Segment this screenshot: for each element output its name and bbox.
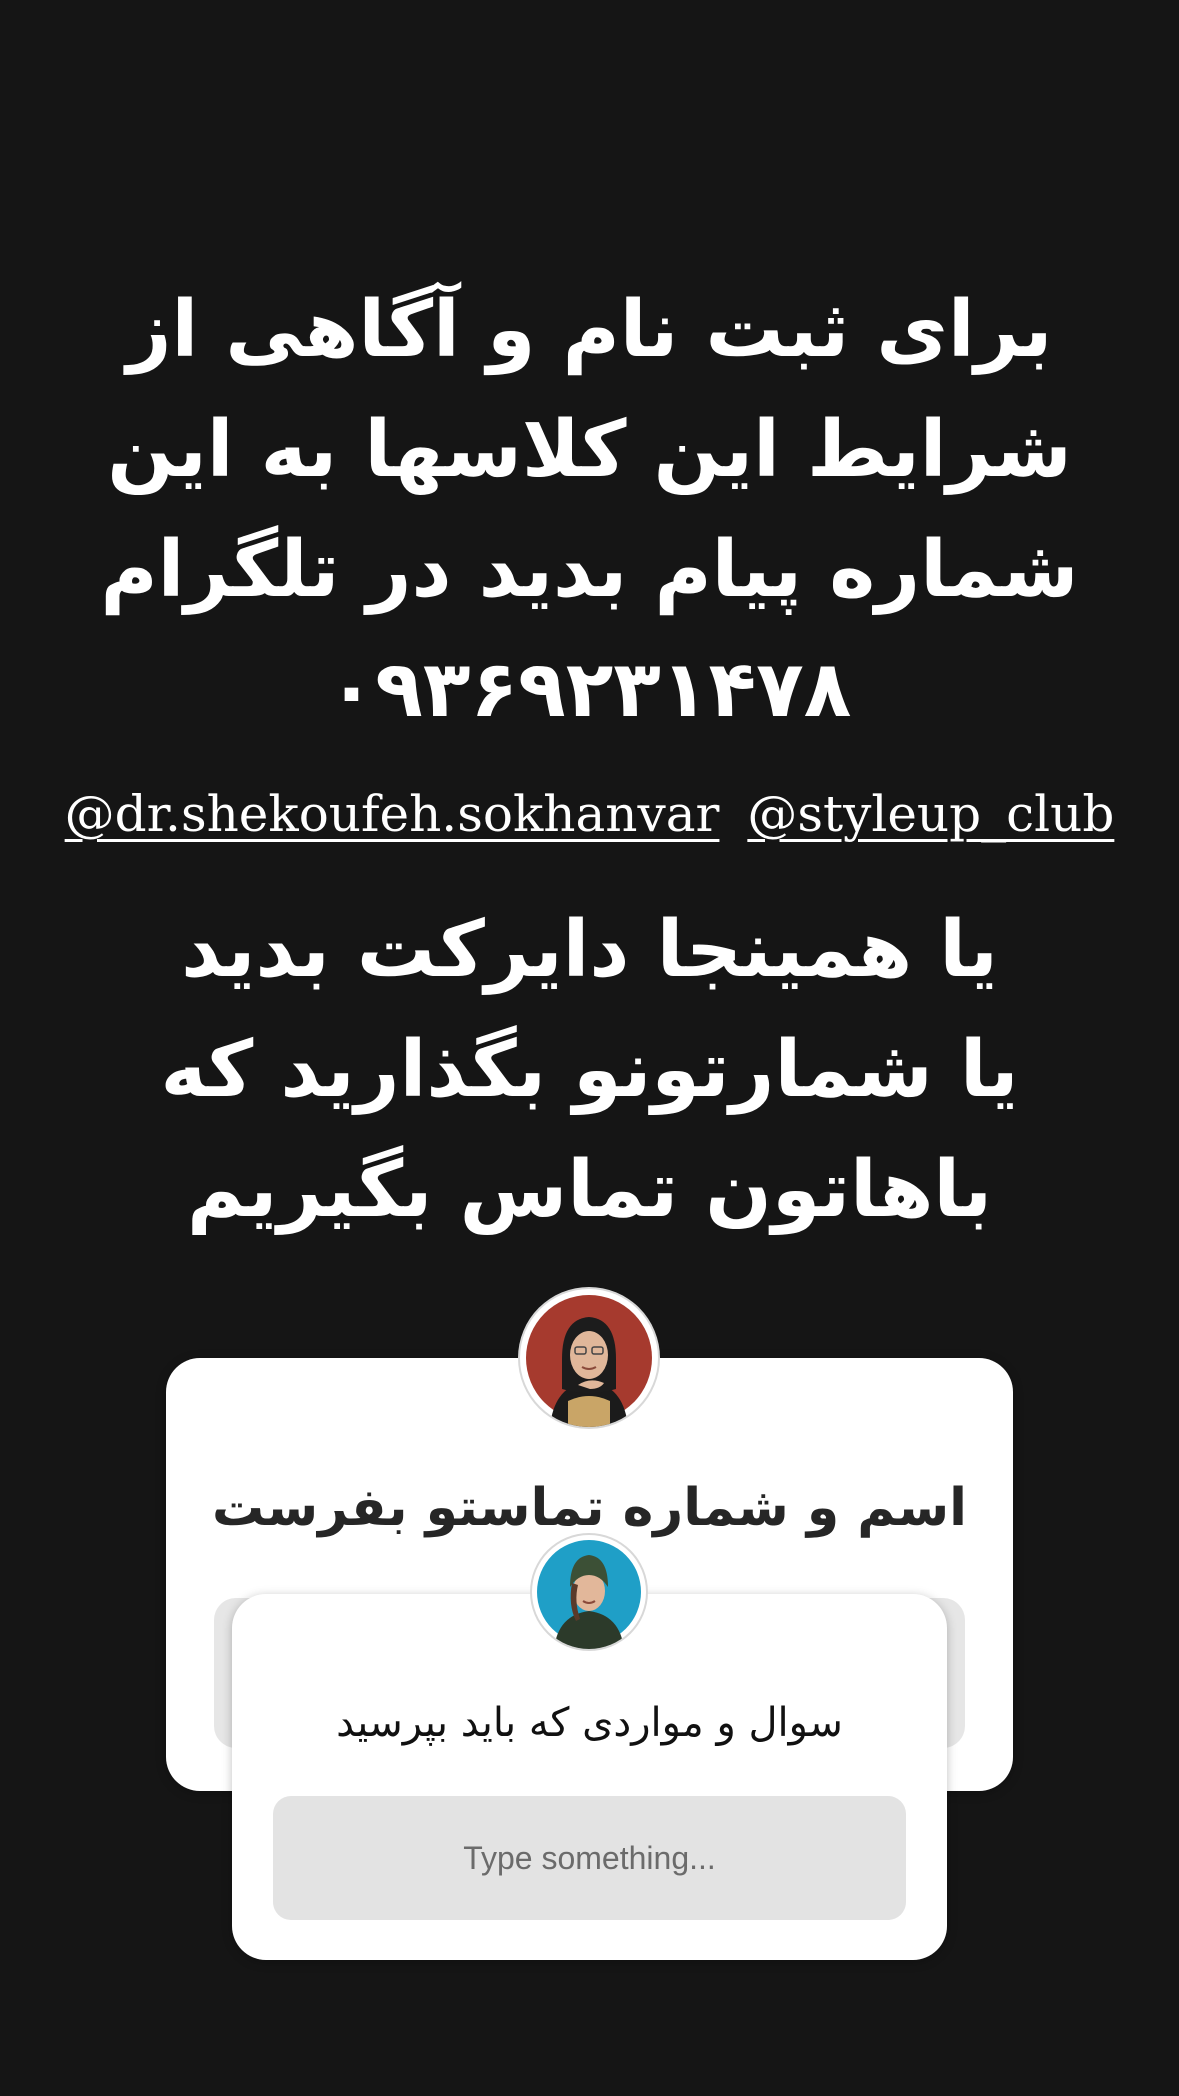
type-something-input[interactable] [273,1838,906,1878]
phone-number: ۰۹۳۶۹۲۳۱۴۷۸ [327,645,852,735]
headline-line: باهاتون تماس بگیریم [187,1145,992,1235]
headline-line: شرایط این کلاسها به این [107,405,1072,495]
woman-portrait-icon [537,1540,641,1649]
headline-direct-message: یا همینجا دایرکت بدید یا شمارتونو بگذاری… [40,890,1139,1250]
mentions-row: @dr.shekoufeh.sokhanvar @styleup_club [0,782,1179,846]
profile-avatar [532,1535,646,1649]
headline-registration-info: برای ثبت نام و آگاهی از شرایط این کلاسها… [40,270,1139,750]
sticker-answer-input[interactable] [273,1796,906,1920]
woman-portrait-icon [526,1295,652,1427]
profile-avatar [520,1289,658,1427]
mention-styleup-club[interactable]: @styleup_club [747,785,1114,843]
sticker-question-text: سوال و مواردی که باید بپرسید [336,1700,843,1746]
headline-line: شماره پیام بدید در تلگرام [100,525,1079,615]
headline-line: برای ثبت نام و آگاهی از [126,285,1053,375]
mention-dr-shekoufeh[interactable]: @dr.shekoufeh.sokhanvar [65,785,720,843]
headline-line: یا همینجا دایرکت بدید [181,905,998,995]
headline-line: یا شمارتونو بگذارید که [160,1025,1019,1115]
sticker-question-text: اسم و شماره تماستو بفرست [212,1478,967,1538]
